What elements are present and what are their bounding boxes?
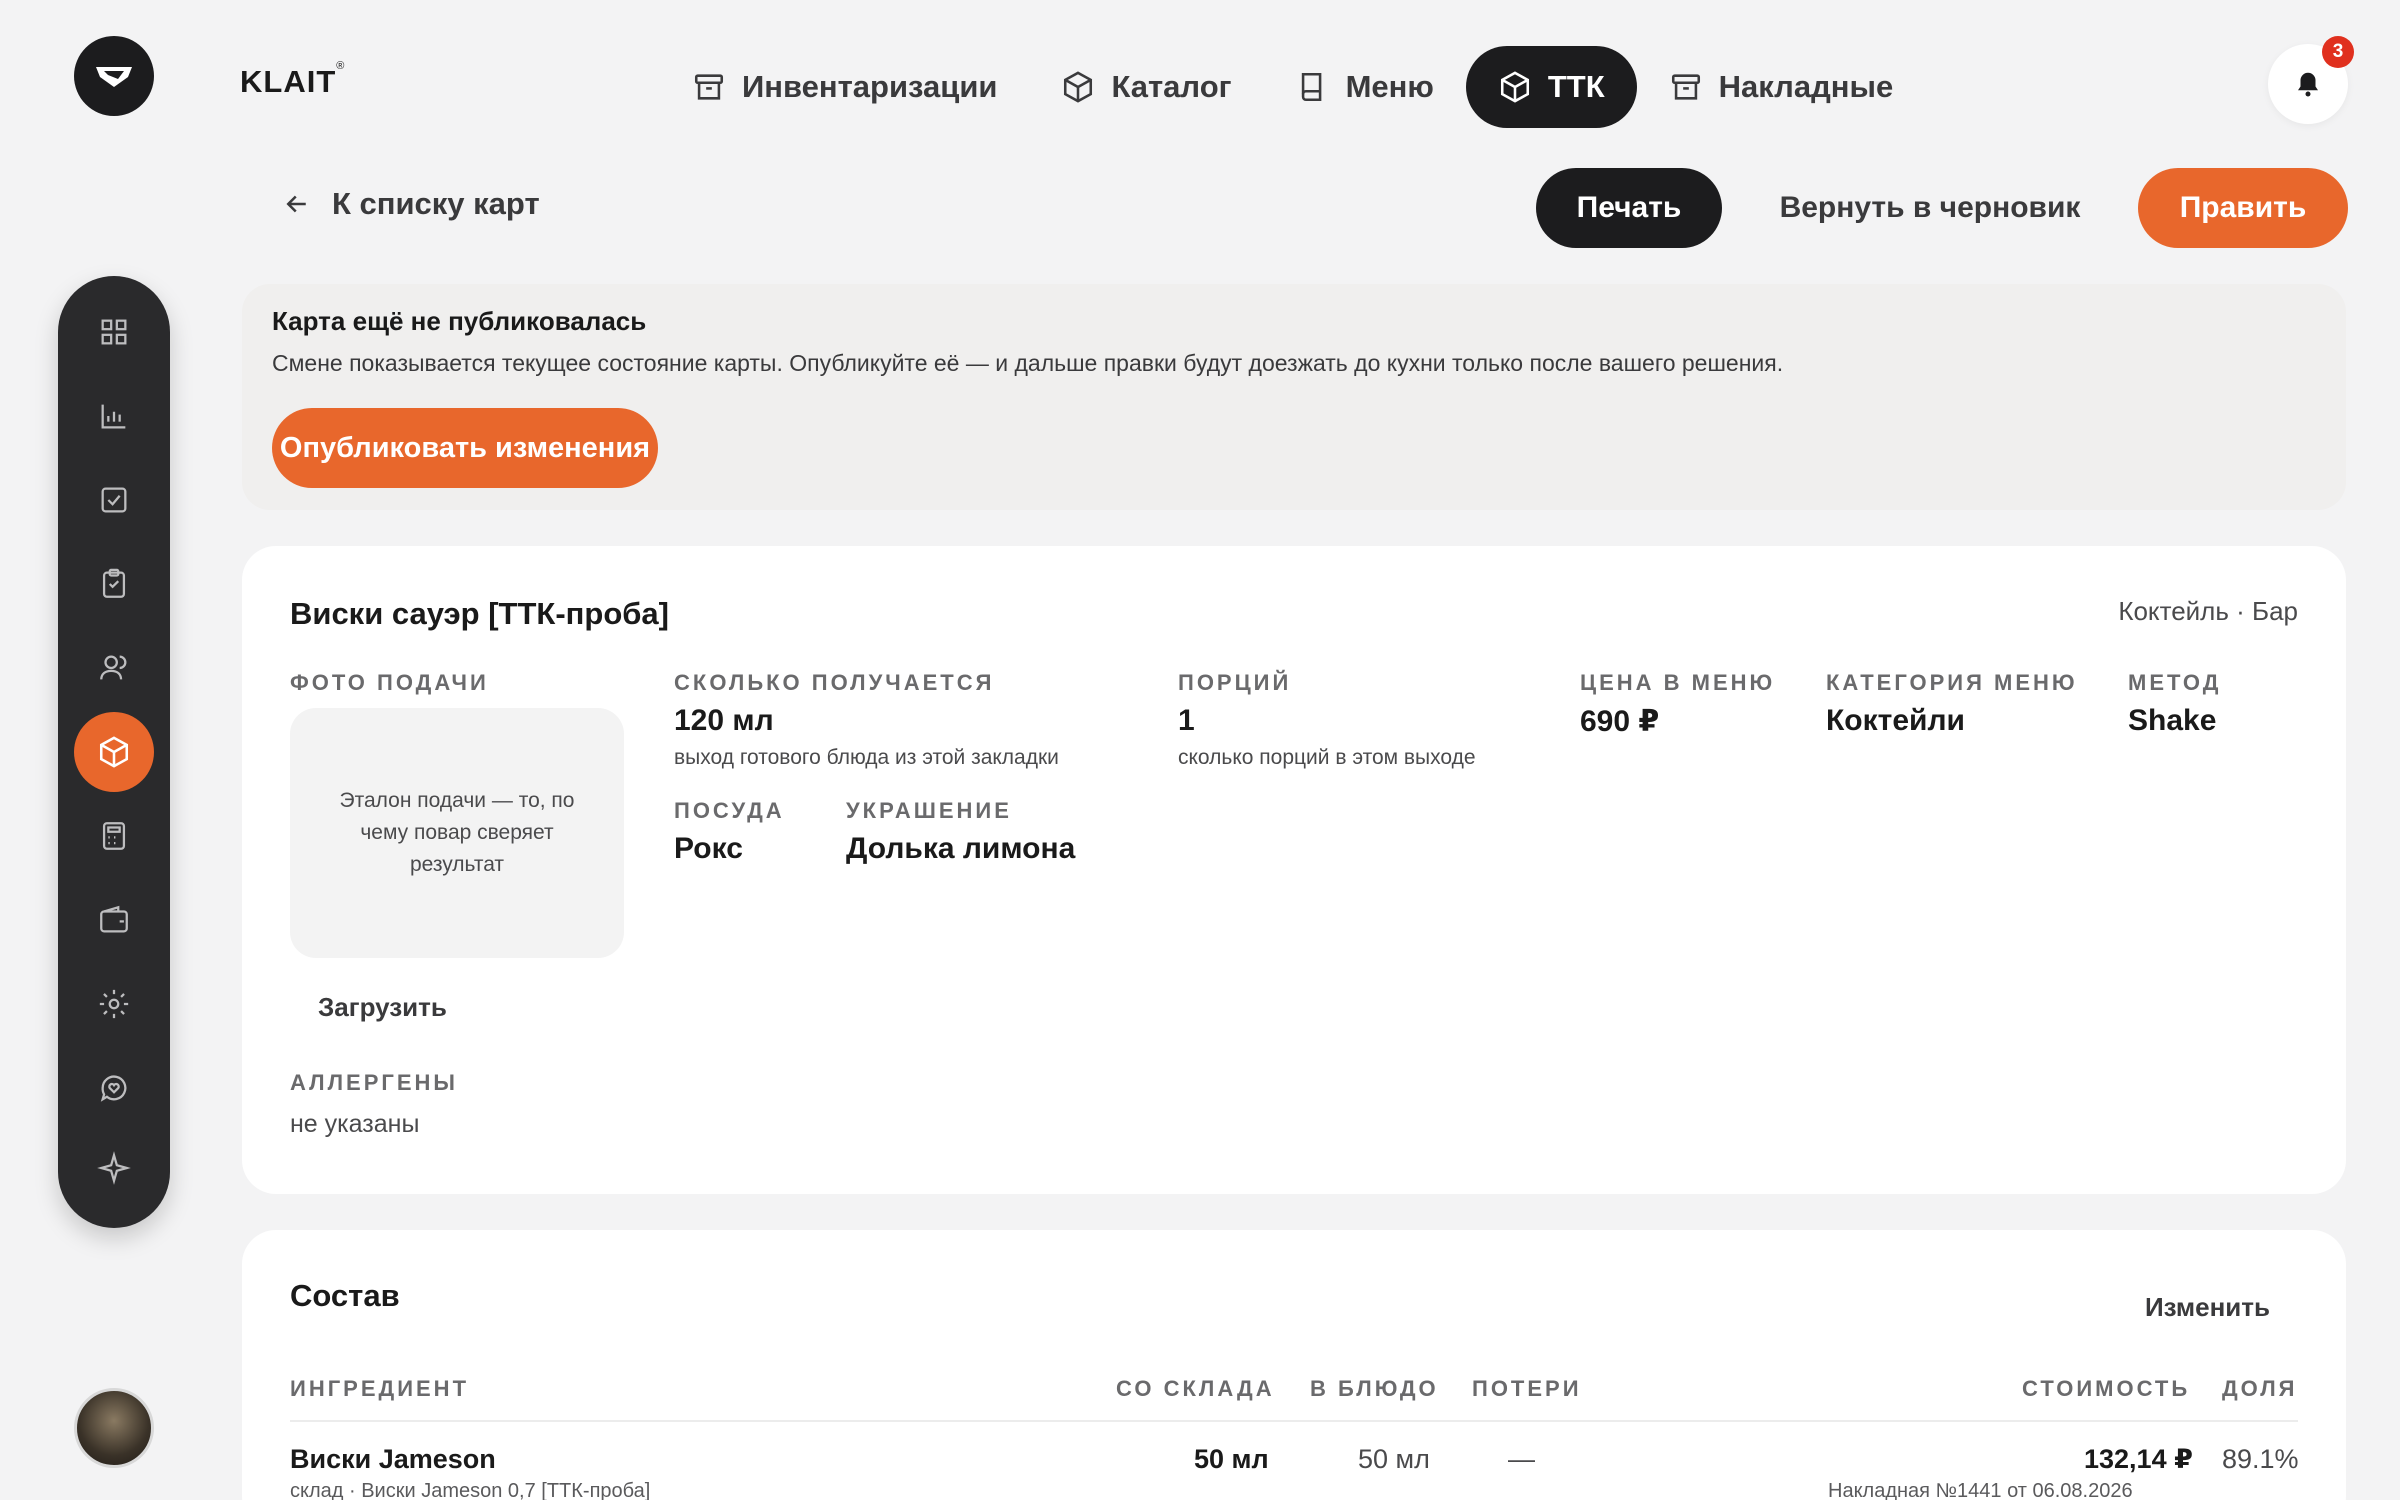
column-cost: СТОИМОСТЬ: [2022, 1376, 2191, 1401]
sidebar-item-dashboard[interactable]: [74, 292, 154, 372]
bell-icon: [2298, 72, 2318, 97]
yield-hint: выход готового блюда из этой закладки: [674, 746, 1059, 769]
logo-icon: [96, 67, 132, 87]
composition-title: Состав: [290, 1278, 400, 1313]
notification-count-badge: 3: [2322, 36, 2354, 68]
app-logo[interactable]: [74, 36, 154, 116]
sidebar-item-calculator[interactable]: [74, 796, 154, 876]
cost-value: 132,14 ₽: [2084, 1444, 2193, 1474]
garnish-label: УКРАШЕНИЕ: [846, 798, 1012, 823]
price-value: 690 ₽: [1580, 705, 1660, 738]
share-value: 89.1%: [2222, 1444, 2299, 1474]
notice-text: Смене показывается текущее состояние кар…: [272, 350, 1784, 376]
recipe-tags: Коктейль · Бар: [2118, 596, 2298, 626]
sidebar-item-settings[interactable]: [74, 964, 154, 1044]
clipboard-check-icon: [102, 568, 126, 598]
recipe-title: Виски сауэр [ТТК-проба]: [290, 596, 669, 631]
column-ingredient: ИНГРЕДИЕНТ: [290, 1376, 470, 1401]
photo-placeholder[interactable]: Эталон подачи — то, по чему повар сверяе…: [290, 708, 624, 958]
box-icon: [99, 736, 129, 768]
column-losses: ПОТЕРИ: [1472, 1376, 1582, 1401]
allergens-label: АЛЛЕРГЕНЫ: [290, 1070, 458, 1095]
from-stock-value: 50 мл: [1194, 1444, 1269, 1474]
losses-value: —: [1508, 1444, 1535, 1474]
archive-icon: [1671, 74, 1700, 100]
wallet-icon: [100, 905, 128, 933]
method-value: Shake: [2128, 704, 2217, 737]
glassware-label: ПОСУДА: [674, 798, 785, 823]
gear-icon: [99, 989, 129, 1019]
sidebar-item-ai[interactable]: [74, 1128, 154, 1208]
allergens-value: не указаны: [290, 1110, 420, 1138]
user-avatar[interactable]: [74, 1388, 154, 1468]
column-share: ДОЛЯ: [2222, 1376, 2298, 1401]
return-to-draft-button[interactable]: Вернуть в черновик: [1760, 168, 2100, 248]
nav-inventories[interactable]: Инвентаризации: [660, 46, 1029, 128]
back-link-label: К списку карт: [332, 186, 540, 221]
sparkle-icon: [97, 1151, 131, 1185]
ingredient-name: Виски Jameson: [290, 1444, 496, 1474]
portions-label: ПОРЦИЙ: [1178, 670, 1292, 695]
unpublished-notice: Карта ещё не публиковалась Смене показыв…: [242, 284, 2346, 510]
sidebar-item-wallet[interactable]: [74, 880, 154, 960]
sidebar-item-checklists[interactable]: [74, 544, 154, 624]
category-value: Коктейли: [1826, 704, 1965, 737]
box-icon: [1064, 71, 1093, 103]
bar-chart-icon: [101, 404, 126, 429]
portions-hint: сколько порций в этом выходе: [1178, 746, 1476, 769]
nav-ttk[interactable]: ТТК: [1465, 46, 1637, 128]
nav-menu[interactable]: Меню: [1264, 46, 1466, 128]
grid-icon: [101, 319, 127, 345]
yield-label: СКОЛЬКО ПОЛУЧАЕТСЯ: [674, 670, 995, 695]
ingredient-source: склад · Виски Jameson 0,7 [ТТК-проба]: [290, 1480, 651, 1500]
sidebar-item-ttk[interactable]: [74, 712, 154, 792]
category-label: КАТЕГОРИЯ МЕНЮ: [1826, 670, 2078, 695]
book-icon: [1301, 72, 1321, 102]
print-button[interactable]: Печать: [1536, 168, 1722, 248]
edit-button[interactable]: Править: [2138, 168, 2348, 248]
checkbox-icon: [101, 487, 127, 513]
yield-value: 120 мл: [674, 704, 774, 737]
nav-invoices[interactable]: Накладные: [1637, 46, 1926, 128]
composition-card: Состав Изменить ИНГРЕДИЕНТ СО СКЛАДА В Б…: [242, 1230, 2346, 1500]
top-navigation: Инвентаризации Каталог Меню ТТК Накладны…: [660, 46, 1925, 128]
users-icon: [100, 655, 127, 680]
upload-photo-button[interactable]: Загрузить: [318, 992, 447, 1023]
back-to-list-link[interactable]: К списку карт: [282, 186, 540, 222]
chat-heart-icon: [100, 1075, 127, 1102]
sidebar-item-tasks[interactable]: [74, 460, 154, 540]
brand-name: KLAIT®: [240, 60, 346, 99]
change-composition-button[interactable]: Изменить: [2145, 1292, 2270, 1323]
table-divider: [290, 1420, 2298, 1422]
photo-label: ФОТО ПОДАЧИ: [290, 670, 489, 695]
sidebar: [58, 276, 170, 1228]
method-label: МЕТОД: [2128, 670, 2222, 695]
column-from-stock: СО СКЛАДА: [1116, 1376, 1275, 1401]
price-label: ЦЕНА В МЕНЮ: [1580, 670, 1776, 695]
glassware-value: Рокс: [674, 832, 743, 865]
recipe-card: Виски сауэр [ТТК-проба] Коктейль · Бар Ф…: [242, 546, 2346, 1194]
column-in-dish: В БЛЮДО: [1310, 1376, 1439, 1401]
photo-placeholder-text: Эталон подачи — то, по чему повар сверяе…: [339, 789, 575, 876]
garnish-value: Долька лимона: [846, 832, 1076, 865]
sidebar-item-staff[interactable]: [74, 628, 154, 708]
box-icon: [1500, 71, 1529, 103]
sidebar-item-analytics[interactable]: [74, 376, 154, 456]
in-dish-value: 50 мл: [1358, 1444, 1430, 1474]
publish-changes-button[interactable]: Опубликовать изменения: [272, 408, 658, 488]
sidebar-item-support[interactable]: [74, 1048, 154, 1128]
archive-icon: [694, 74, 724, 100]
invoice-reference: Накладная №1441 от 06.08.2026: [1828, 1480, 2133, 1500]
arrow-left-icon: [286, 195, 306, 213]
portions-value: 1: [1178, 704, 1195, 737]
nav-catalog[interactable]: Каталог: [1029, 46, 1263, 128]
calculator-icon: [102, 822, 126, 850]
notice-title: Карта ещё не публиковалась: [272, 306, 647, 336]
